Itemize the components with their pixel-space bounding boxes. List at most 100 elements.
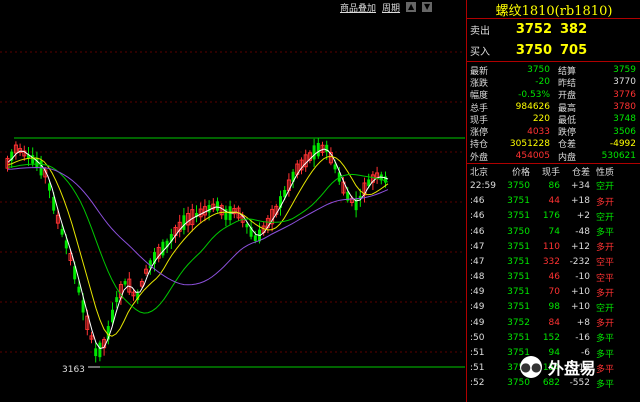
tick-time: :47 xyxy=(470,241,485,252)
tick-oi-diff: -48 xyxy=(575,226,590,237)
stat-row: 持仓 3051228 仓差 -4992 xyxy=(467,138,640,151)
tick-nature: 多开 xyxy=(596,288,615,299)
header-nature: 性质 xyxy=(596,167,615,178)
candle-body xyxy=(123,281,127,285)
wechat-logo-icon: ●● xyxy=(520,356,542,378)
chart-toolbar: 商品叠加 周期 ▲ ▼ xyxy=(340,0,433,14)
tick-row[interactable]: :49 3752 84 +8 多开 xyxy=(467,315,640,330)
tick-price: 3751 xyxy=(507,272,530,283)
tick-row[interactable]: :47 3751 332 -232 空平 xyxy=(467,254,640,269)
stat-label: 总手 xyxy=(470,103,489,114)
stat-label: 仓差 xyxy=(558,140,577,151)
stat-row: 幅度 -0.53% 开盘 3776 xyxy=(467,89,640,102)
tick-time: :49 xyxy=(470,302,485,313)
tick-oi-diff: +34 xyxy=(571,180,590,191)
sell-row[interactable]: 卖出 3752 382 xyxy=(467,19,640,40)
stat-row: 总手 984626 最高 3780 xyxy=(467,101,640,114)
sell-volume: 382 xyxy=(560,22,588,37)
stat-row: 外盘 454005 内盘 530621 xyxy=(467,150,640,163)
header-oi-diff: 仓差 xyxy=(571,167,590,178)
tick-price: 3751 xyxy=(507,256,530,267)
header-price: 价格 xyxy=(511,167,530,178)
tick-oi-diff: -10 xyxy=(575,272,590,283)
tick-time: :47 xyxy=(470,256,485,267)
buy-volume: 705 xyxy=(560,43,588,58)
scroll-down-icon[interactable]: ▼ xyxy=(422,2,433,12)
period-button[interactable]: 周期 xyxy=(382,1,400,14)
tick-volume: 682 xyxy=(542,378,560,389)
tick-volume: 86 xyxy=(548,180,560,191)
market-stats: 最新 3750 结算 3759 涨跌 -20 昨结 3770 幅度 -0.53% 开盘 3776 总手 9… xyxy=(467,62,640,165)
tick-nature: 空开 xyxy=(596,303,615,314)
overlay-commodity-button[interactable]: 商品叠加 xyxy=(340,1,376,14)
scroll-up-icon[interactable]: ▲ xyxy=(406,2,417,12)
tick-volume: 152 xyxy=(542,332,560,343)
tick-time: :51 xyxy=(470,348,485,359)
tick-price: 3751 xyxy=(507,287,530,298)
tick-row[interactable]: :48 3751 46 -10 空平 xyxy=(467,270,640,285)
tick-time: 22:59 xyxy=(470,180,496,191)
stat-value: 530621 xyxy=(601,151,636,162)
candle-body xyxy=(216,201,219,211)
tick-nature: 空平 xyxy=(596,273,615,284)
stat-value: 3750 xyxy=(527,65,550,76)
support-price-label: 3163 xyxy=(62,365,85,375)
tick-price: 3751 xyxy=(507,211,530,222)
candlestick-series xyxy=(5,138,387,363)
tick-oi-diff: -16 xyxy=(575,332,590,343)
candle-body xyxy=(253,235,257,242)
header-volume: 现手 xyxy=(541,167,560,178)
tick-row[interactable]: :50 3751 152 -16 多平 xyxy=(467,330,640,345)
order-book: 卖出 3752 382 买入 3750 705 xyxy=(467,19,640,62)
stat-label: 幅度 xyxy=(470,91,489,102)
stat-row: 涨停 4033 跌停 3506 xyxy=(467,125,640,139)
watermark-text: 外盘易 xyxy=(548,359,597,378)
stat-label: 外盘 xyxy=(470,152,489,163)
candle-body xyxy=(245,223,249,228)
tick-oi-diff: +8 xyxy=(576,317,590,328)
tick-time: :46 xyxy=(470,196,485,207)
stat-value: 3770 xyxy=(613,77,636,88)
tick-row[interactable]: :46 3751 176 +2 空开 xyxy=(467,209,640,224)
kline-chart[interactable]: 3163 xyxy=(0,0,465,402)
tick-volume: 70 xyxy=(548,287,560,298)
chart-grid xyxy=(0,51,465,353)
tick-row[interactable]: :47 3751 110 +12 多开 xyxy=(467,239,640,254)
buy-row[interactable]: 买入 3750 705 xyxy=(467,40,640,61)
candle-body xyxy=(77,286,81,293)
stat-value: -20 xyxy=(535,77,550,88)
sell-price: 3752 xyxy=(515,22,552,37)
tick-nature: 空平 xyxy=(596,258,615,269)
candle-body xyxy=(182,215,186,230)
buy-label: 买入 xyxy=(470,47,490,58)
stat-label: 内盘 xyxy=(558,152,577,163)
buy-price: 3750 xyxy=(515,43,552,58)
stat-row: 最新 3750 结算 3759 xyxy=(467,64,640,77)
tick-row[interactable]: :49 3751 70 +10 多开 xyxy=(467,285,640,300)
stat-value: -4992 xyxy=(609,138,636,149)
stat-label: 结算 xyxy=(558,66,577,77)
tick-row[interactable]: :46 3751 44 +18 多开 xyxy=(467,194,640,209)
tick-time: :48 xyxy=(470,272,485,283)
tick-nature: 空开 xyxy=(596,212,615,223)
stat-label: 涨停 xyxy=(470,128,489,139)
stat-value: 454005 xyxy=(515,151,550,162)
tick-volume: 44 xyxy=(548,196,560,207)
tick-volume: 46 xyxy=(548,272,560,283)
tick-oi-diff: -552 xyxy=(569,378,590,389)
tick-time: :51 xyxy=(470,363,485,374)
tick-time: :46 xyxy=(470,226,485,237)
tick-volume: 176 xyxy=(542,211,560,222)
moving-average-lines xyxy=(7,148,389,350)
stat-value: 3506 xyxy=(613,126,636,137)
tick-time: :50 xyxy=(470,332,485,343)
tick-time: :49 xyxy=(470,287,485,298)
tick-row[interactable]: 22:59 3750 86 +34 空开 xyxy=(467,178,640,193)
tick-row[interactable]: :46 3750 74 -48 多平 xyxy=(467,224,640,239)
tick-row[interactable]: :49 3751 98 +10 空开 xyxy=(467,300,640,315)
stat-value: 3776 xyxy=(613,89,636,100)
header-time: 北京 xyxy=(470,167,489,178)
stat-value: 3748 xyxy=(613,114,636,125)
stat-row: 涨跌 -20 昨结 3770 xyxy=(467,76,640,89)
tick-table-header: 北京 价格 现手 仓差 性质 xyxy=(467,164,640,178)
